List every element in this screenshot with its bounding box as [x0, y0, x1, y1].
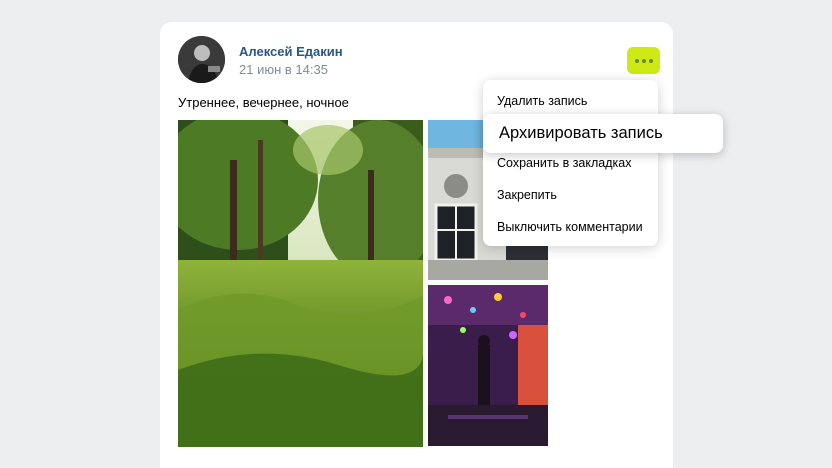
- menu-item-disable-comments[interactable]: Выключить комментарии: [497, 220, 643, 234]
- more-horizontal-icon: [634, 58, 639, 63]
- avatar[interactable]: [178, 36, 225, 83]
- photo-night[interactable]: [428, 285, 548, 446]
- photo-forest[interactable]: [178, 120, 423, 447]
- author-name[interactable]: Алексей Едакин: [239, 44, 343, 59]
- post-date[interactable]: 21 июн в 14:35: [239, 62, 328, 77]
- menu-item-bookmark[interactable]: Сохранить в закладках: [497, 156, 631, 170]
- post-actions-menu: Удалить запись Сохранить в закладках Зак…: [483, 80, 658, 246]
- menu-item-pin[interactable]: Закрепить: [497, 188, 557, 202]
- menu-item-archive-label: Архивировать запись: [499, 124, 663, 142]
- more-options-button[interactable]: [627, 47, 660, 74]
- post-text: Утреннее, вечернее, ночное: [178, 95, 349, 110]
- menu-item-archive[interactable]: Архивировать запись: [483, 114, 723, 153]
- menu-item-delete[interactable]: Удалить запись: [497, 94, 587, 108]
